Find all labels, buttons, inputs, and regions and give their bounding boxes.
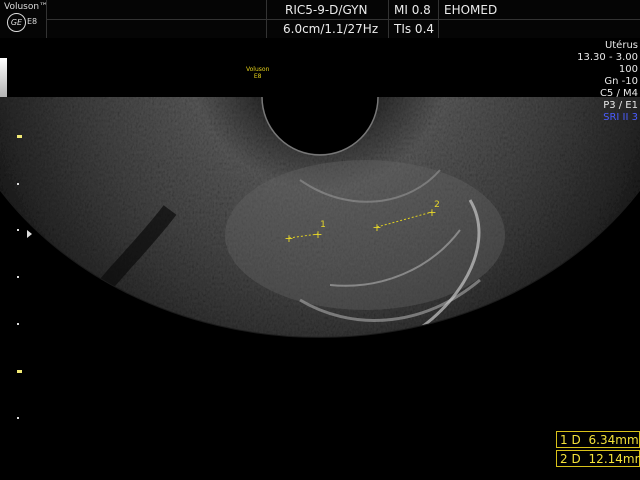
exam-title: Utérus xyxy=(604,40,638,51)
depth-tick xyxy=(17,183,19,185)
param-persistence: P3 / E1 xyxy=(603,100,638,111)
overlay-logo-brand: Voluson xyxy=(246,66,270,73)
caliper-1-start[interactable]: + xyxy=(284,232,293,245)
caliper-1-label: 1 xyxy=(320,220,326,230)
measurement-value: 6.34mm xyxy=(588,433,639,447)
measurement-type: D xyxy=(571,433,581,447)
depth-tick xyxy=(17,370,22,373)
caliper-2-label: 2 xyxy=(434,200,440,210)
depth-tick xyxy=(17,135,22,138)
ultrasound-image: + + 1 + + 2 xyxy=(0,38,640,338)
param-sri: SRI II 3 xyxy=(603,112,638,123)
depth-tick xyxy=(17,276,19,278)
depth-tick xyxy=(17,323,19,325)
measurement-type: D xyxy=(571,452,581,466)
measurement-row[interactable]: 2 D 12.14mm xyxy=(556,450,640,467)
measurement-index: 2 xyxy=(560,452,568,466)
measurement-row[interactable]: 1 D 6.34mm xyxy=(556,431,640,448)
caliper-2-start[interactable]: + xyxy=(372,221,381,234)
probe-footprint xyxy=(262,38,378,154)
measurement-index: 1 xyxy=(560,433,568,447)
param-gain: Gn -10 xyxy=(604,76,638,87)
focus-marker-icon[interactable] xyxy=(27,230,32,238)
depth-tick xyxy=(17,417,19,419)
param-contrast: C5 / M4 xyxy=(599,88,638,99)
depth-tick xyxy=(17,229,19,231)
overlay-logo: Voluson E8 xyxy=(246,66,269,80)
param-frequency: 13.30 - 3.00 xyxy=(577,52,638,63)
measurement-results: 1 D 6.34mm 2 D 12.14mm xyxy=(556,431,640,469)
imaging-params-panel: Utérus 13.30 - 3.00 100 Gn -10 C5 / M4 P… xyxy=(577,40,638,124)
param-power: 100 xyxy=(618,64,638,75)
measurement-value: 12.14mm xyxy=(588,452,640,466)
overlay-logo-model: E8 xyxy=(253,73,262,80)
